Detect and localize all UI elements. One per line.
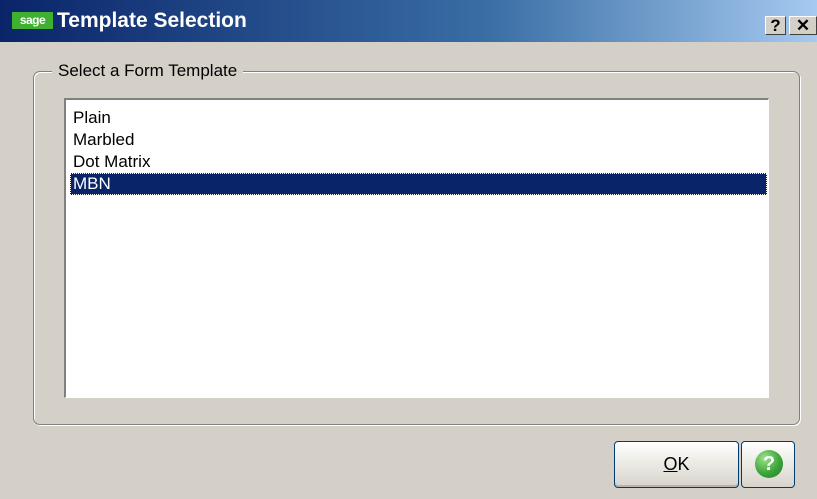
titlebar-close-button[interactable]: ✕ <box>789 16 817 35</box>
window-title: Template Selection <box>57 9 247 32</box>
sage-logo: sage <box>12 12 53 29</box>
list-item-dot-matrix[interactable]: Dot Matrix <box>70 151 767 173</box>
ok-button[interactable]: OK <box>614 441 739 488</box>
help-icon: ? <box>755 450 783 478</box>
list-item-mbn[interactable]: MBN <box>70 173 767 195</box>
ok-label: K <box>677 454 690 474</box>
ok-mnemonic: O <box>663 454 678 474</box>
groupbox-label: Select a Form Template <box>52 60 244 82</box>
template-selection-dialog: sage Template Selection ? ✕ Select a For… <box>0 0 817 499</box>
list-item-plain[interactable]: Plain <box>70 107 767 129</box>
list-item-marbled[interactable]: Marbled <box>70 129 767 151</box>
help-button[interactable]: ? <box>741 441 795 488</box>
titlebar-help-button[interactable]: ? <box>765 16 786 35</box>
title-bar[interactable]: sage Template Selection ? ✕ <box>0 0 817 42</box>
template-listbox[interactable]: Plain Marbled Dot Matrix MBN <box>64 98 769 398</box>
